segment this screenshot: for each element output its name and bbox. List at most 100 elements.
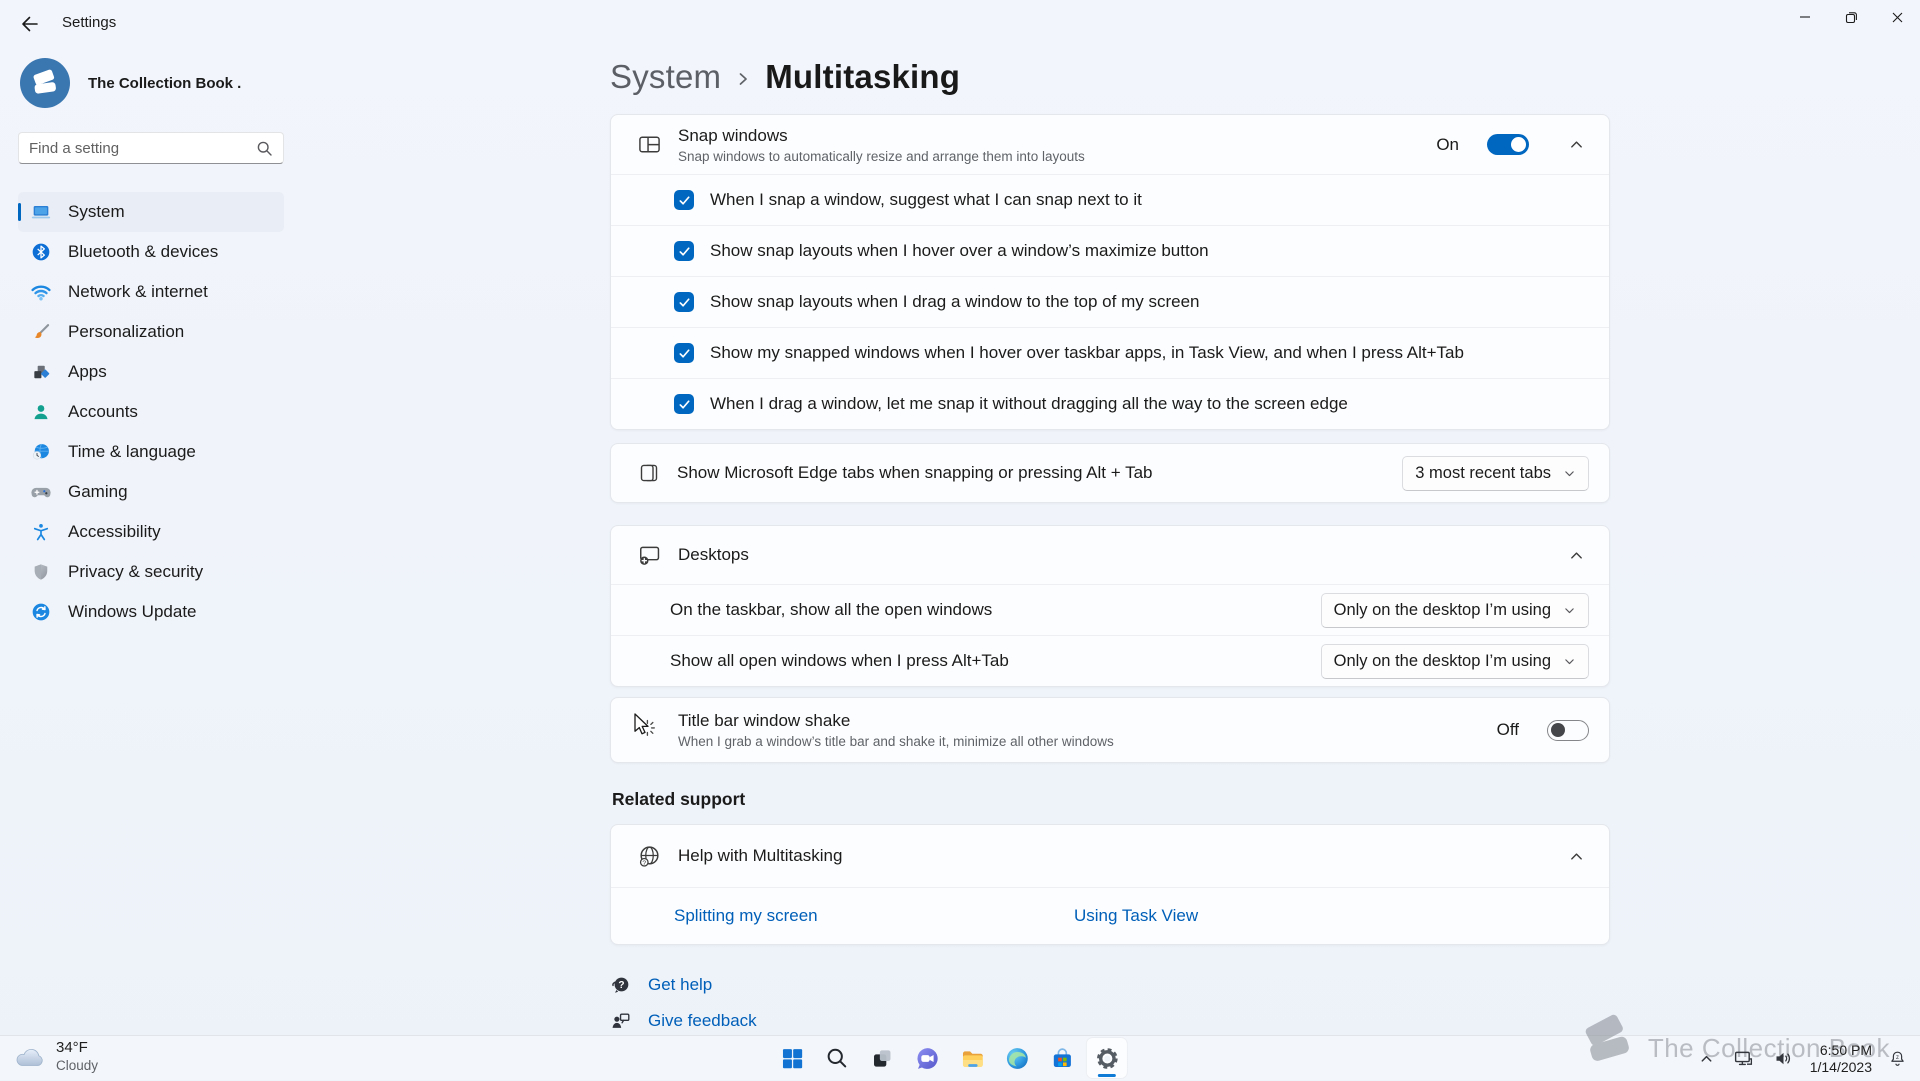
- help-header[interactable]: ? Help with Multitasking: [611, 825, 1609, 887]
- help-collapse-button[interactable]: [1563, 843, 1589, 869]
- sidebar-item-bluetooth[interactable]: Bluetooth & devices: [18, 232, 284, 272]
- sidebar-item-network[interactable]: Network & internet: [18, 272, 284, 312]
- sidebar-item-time-language[interactable]: Time & language: [18, 432, 284, 472]
- task-view-button[interactable]: [862, 1038, 902, 1078]
- checkbox-checked-icon[interactable]: [674, 394, 694, 414]
- shake-toggle[interactable]: [1547, 720, 1589, 741]
- desktops-collapse-button[interactable]: [1563, 542, 1589, 568]
- close-button[interactable]: [1874, 0, 1920, 34]
- snap-windows-header[interactable]: Snap windows Snap windows to automatical…: [611, 115, 1609, 174]
- chevron-up-icon: [1569, 137, 1584, 152]
- snap-windows-description: Snap windows to automatically resize and…: [678, 149, 1420, 164]
- chevron-up-icon: [1569, 548, 1584, 563]
- shake-row: Title bar window shake When I grab a win…: [611, 698, 1609, 762]
- sidebar-item-label: Accessibility: [68, 522, 161, 542]
- sidebar-item-label: Gaming: [68, 482, 128, 502]
- sidebar-item-apps[interactable]: Apps: [18, 352, 284, 392]
- snap-windows-group: Snap windows Snap windows to automatical…: [610, 114, 1610, 430]
- toggle-knob: [1511, 137, 1526, 152]
- breadcrumb-system[interactable]: System: [610, 58, 721, 96]
- sidebar-item-gaming[interactable]: Gaming: [18, 472, 284, 512]
- link-using-task-view[interactable]: Using Task View: [1074, 906, 1198, 926]
- snap-option-snap-without-drag[interactable]: When I drag a window, let me snap it wit…: [611, 378, 1609, 429]
- edge-button[interactable]: [997, 1038, 1037, 1078]
- sidebar-item-privacy[interactable]: Privacy & security: [18, 552, 284, 592]
- weather-widget[interactable]: 34°F Cloudy: [14, 1039, 98, 1075]
- speaker-icon: [1773, 1048, 1794, 1069]
- desktops-taskbar-dropdown[interactable]: Only on the desktop I’m using: [1321, 593, 1589, 628]
- checkbox-label: When I drag a window, let me snap it wit…: [710, 394, 1348, 414]
- sidebar-nav: System Bluetooth & devices Network & int…: [18, 192, 284, 632]
- notifications-button[interactable]: z: [1885, 1046, 1910, 1071]
- help-links-row: Splitting my screen Using Task View: [611, 887, 1609, 944]
- snap-windows-icon: [637, 132, 662, 157]
- accounts-icon: [30, 401, 52, 423]
- get-help-item[interactable]: ? Get help: [610, 969, 712, 1001]
- shake-toggle-label: Off: [1497, 720, 1519, 740]
- search-box[interactable]: [18, 132, 284, 164]
- chevron-down-icon: [1563, 604, 1576, 617]
- edge-tabs-label: Show Microsoft Edge tabs when snapping o…: [677, 463, 1386, 483]
- hidden-icons-button[interactable]: [1696, 1048, 1717, 1069]
- back-button[interactable]: [12, 7, 48, 41]
- cloudy-icon: [14, 1045, 46, 1069]
- sidebar-item-accounts[interactable]: Accounts: [18, 392, 284, 432]
- titlebar: Settings: [0, 0, 1920, 48]
- desktops-alttab-dropdown[interactable]: Only on the desktop I’m using: [1321, 644, 1589, 679]
- time-language-icon: [30, 441, 52, 463]
- shake-description: When I grab a window’s title bar and sha…: [678, 734, 1481, 749]
- checkbox-checked-icon[interactable]: [674, 292, 694, 312]
- search-icon: [256, 140, 273, 157]
- avatar: [20, 58, 70, 108]
- checkbox-checked-icon[interactable]: [674, 241, 694, 261]
- file-explorer-button[interactable]: [952, 1038, 992, 1078]
- volume-tray-button[interactable]: [1770, 1045, 1797, 1072]
- edge-tabs-dropdown[interactable]: 3 most recent tabs: [1402, 456, 1589, 491]
- snap-option-hover-maximize[interactable]: Show snap layouts when I hover over a wi…: [611, 225, 1609, 276]
- bluetooth-icon: [30, 241, 52, 263]
- search-input[interactable]: [29, 140, 256, 157]
- sidebar-item-personalization[interactable]: Personalization: [18, 312, 284, 352]
- shake-card: Title bar window shake When I grab a win…: [610, 697, 1610, 763]
- snap-option-show-snapped[interactable]: Show my snapped windows when I hover ove…: [611, 327, 1609, 378]
- get-help-link[interactable]: Get help: [648, 975, 712, 995]
- taskbar-search-button[interactable]: [817, 1038, 857, 1078]
- settings-button[interactable]: [1087, 1038, 1127, 1078]
- chat-button[interactable]: [907, 1038, 947, 1078]
- sidebar-item-windows-update[interactable]: Windows Update: [18, 592, 284, 632]
- snap-option-suggest[interactable]: When I snap a window, suggest what I can…: [611, 174, 1609, 225]
- close-icon: [1891, 11, 1904, 24]
- sidebar-item-label: Time & language: [68, 442, 196, 462]
- bell-sleep-icon: z: [1888, 1049, 1907, 1068]
- task-view-icon: [869, 1046, 894, 1071]
- file-explorer-icon: [959, 1046, 984, 1071]
- checkbox-checked-icon[interactable]: [674, 190, 694, 210]
- profile[interactable]: The Collection Book .: [20, 58, 284, 108]
- sidebar-item-system[interactable]: System: [18, 192, 284, 232]
- minimize-icon: [1799, 11, 1811, 23]
- minimize-button[interactable]: [1782, 0, 1828, 34]
- start-button[interactable]: [772, 1038, 812, 1078]
- give-feedback-link[interactable]: Give feedback: [648, 1011, 757, 1031]
- link-splitting-my-screen[interactable]: Splitting my screen: [674, 906, 818, 925]
- title-bar-shake-icon: [637, 718, 662, 743]
- clock[interactable]: 6:50 PM 1/14/2023: [1810, 1042, 1872, 1076]
- checkbox-checked-icon[interactable]: [674, 343, 694, 363]
- snap-option-drag-top[interactable]: Show snap layouts when I drag a window t…: [611, 276, 1609, 327]
- tray-time: 6:50 PM: [1810, 1042, 1872, 1059]
- sidebar: The Collection Book . System Bluetooth &…: [0, 48, 302, 1034]
- sidebar-item-accessibility[interactable]: Accessibility: [18, 512, 284, 552]
- store-button[interactable]: [1042, 1038, 1082, 1078]
- desktops-header[interactable]: Desktops: [611, 526, 1609, 584]
- maximize-button[interactable]: [1828, 0, 1874, 34]
- snap-collapse-button[interactable]: [1563, 132, 1589, 158]
- app-title: Settings: [62, 14, 116, 31]
- give-feedback-item[interactable]: Give feedback: [610, 1005, 757, 1037]
- snap-windows-toggle[interactable]: [1487, 134, 1529, 155]
- network-tray-button[interactable]: [1730, 1045, 1757, 1072]
- checkbox-label: Show my snapped windows when I hover ove…: [710, 343, 1464, 363]
- sidebar-item-label: Privacy & security: [68, 562, 203, 582]
- give-feedback-icon: [610, 1010, 632, 1032]
- sidebar-item-label: Windows Update: [68, 602, 197, 622]
- gaming-icon: [30, 481, 52, 503]
